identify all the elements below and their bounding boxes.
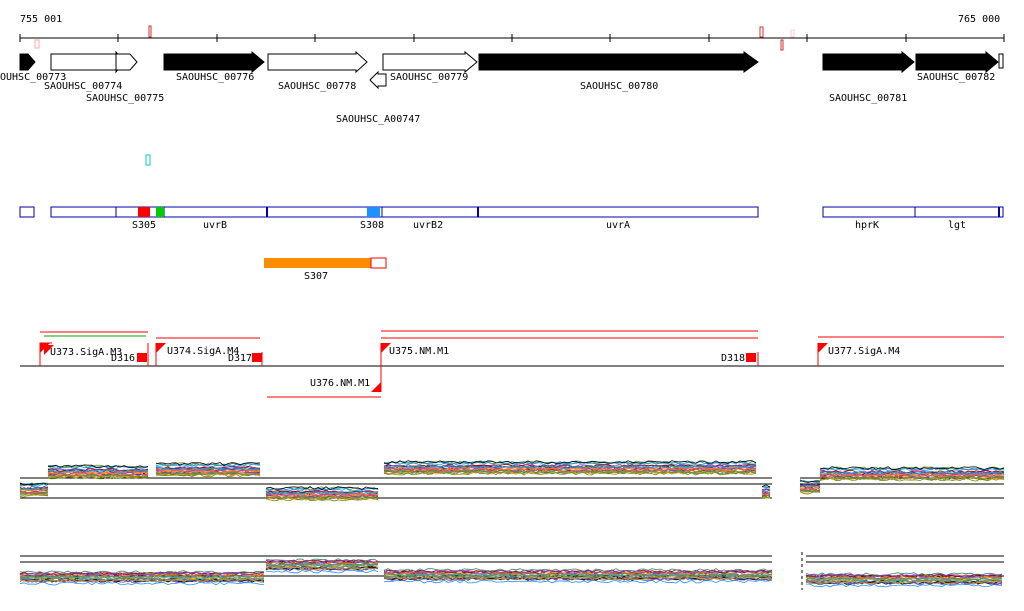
feature-block-s305[interactable]	[138, 207, 150, 217]
gene-label: SAOUHSC_A00747	[336, 114, 420, 125]
gene-arrow[interactable]	[115, 53, 138, 71]
gene-label: SAOUHSC_00775	[86, 93, 164, 104]
regulatory-track: U373.SigA.M3 U374.SigA.M4 U375.NM.M1 U37…	[20, 330, 1004, 398]
gene-label: SAOUHSC_00776	[176, 72, 254, 83]
gene-arrow[interactable]	[50, 50, 125, 74]
gene-arrow[interactable]	[382, 50, 478, 74]
gene-arrow[interactable]	[369, 70, 387, 90]
feature-block-s307[interactable]	[264, 258, 371, 268]
gene-arrow[interactable]	[822, 50, 915, 74]
feature-label: uvrB	[203, 220, 227, 231]
gene-arrow[interactable]	[267, 50, 368, 74]
gene-arrow[interactable]	[163, 50, 265, 74]
promoter-label: U375.NM.M1	[389, 346, 449, 357]
gene-label: SAOUHSC_00782	[917, 72, 995, 83]
feature-block-s308[interactable]	[367, 207, 380, 217]
feature-label: hprK	[855, 220, 879, 231]
expression-track-1	[19, 460, 1005, 502]
expression-track-2	[19, 552, 1004, 590]
terminator-label: D316	[111, 353, 135, 364]
cyan-marker	[145, 154, 151, 166]
feature-label: S308	[360, 220, 384, 231]
gene-label: SAOUHSC_00779	[390, 72, 468, 83]
feature-track	[19, 206, 1004, 218]
feature-labels: S305 uvrB S308 uvrB2 uvrA hprK lgt	[132, 220, 966, 231]
promoter-label: U377.SigA.M4	[828, 346, 900, 357]
expression-profile-lines	[19, 460, 1005, 502]
ruler-end-label: 765 000	[958, 14, 1000, 25]
gene-labels: OUHSC_00773 SAOUHSC_00774 SAOUHSC_00775 …	[0, 72, 995, 125]
gene-arrow[interactable]	[915, 50, 999, 74]
feature-label: lgt	[948, 220, 966, 231]
transcript-lines	[39, 330, 1004, 398]
feature-label: S307	[304, 271, 328, 282]
feature-block-green[interactable]	[156, 207, 164, 217]
terminator-label: D317	[228, 353, 252, 364]
ruler-start-label: 755 001	[20, 14, 62, 25]
feature-block-s307-tail	[370, 257, 387, 269]
gene-track	[19, 50, 1004, 90]
gene-label: SAOUHSC_00780	[580, 81, 658, 92]
feature-label: uvrA	[606, 220, 630, 231]
gene-arrow[interactable]	[19, 53, 36, 71]
terminator-label: D318	[721, 353, 745, 364]
gene-label: SAOUHSC_00781	[829, 93, 907, 104]
gene-label: SAOUHSC_00774	[44, 81, 122, 92]
feature-label: uvrB2	[413, 220, 443, 231]
feature-label: S305	[132, 220, 156, 231]
expression-profile-lines	[19, 558, 1003, 588]
promoter-label: U376.NM.M1	[310, 378, 370, 389]
gene-arrow[interactable]	[478, 51, 759, 73]
coordinate-ruler: 755 001 765 000	[19, 14, 1005, 51]
genome-browser-view: 755 001 765 000 OUHSC_00773 SAOUHSC_0077…	[0, 14, 1005, 590]
gene-label: SAOUHSC_00778	[278, 81, 356, 92]
